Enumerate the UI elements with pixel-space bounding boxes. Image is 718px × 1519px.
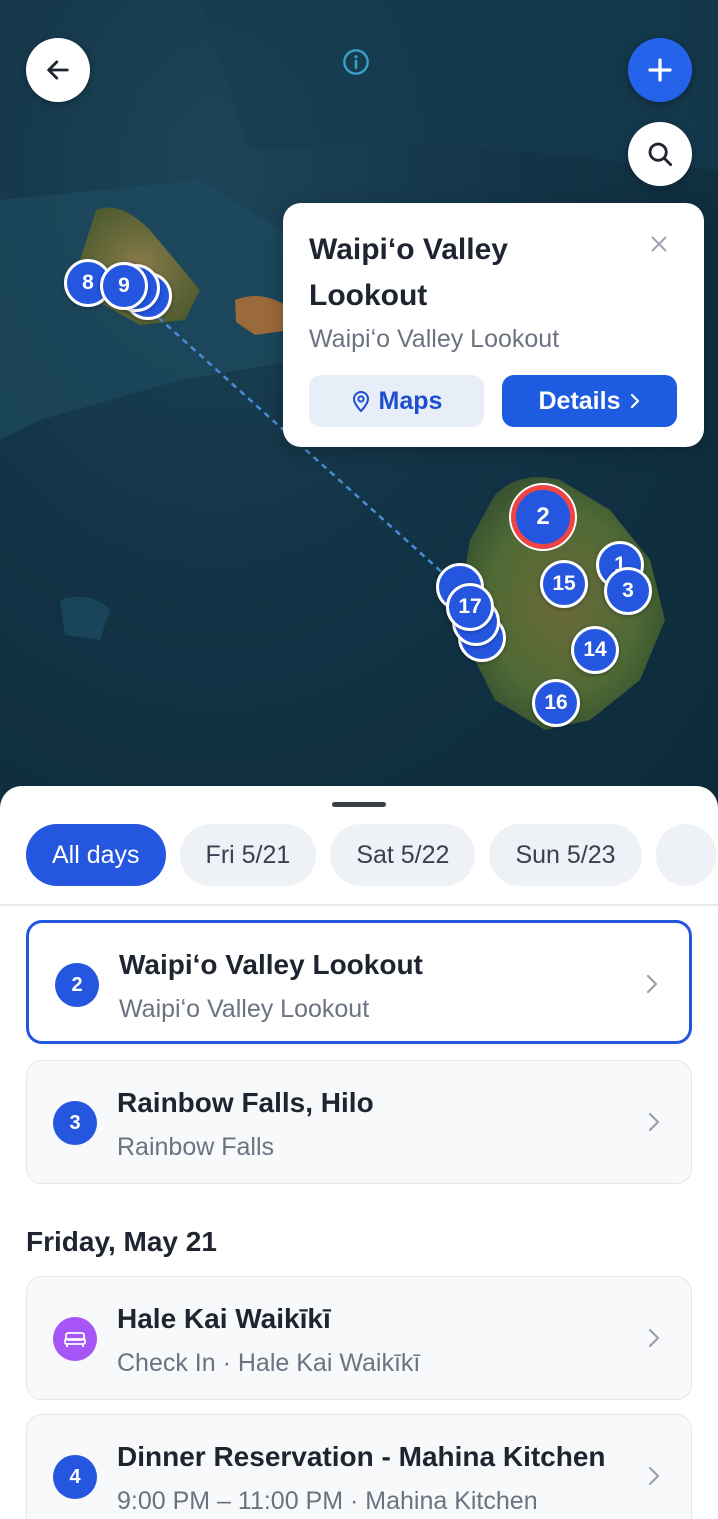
item-subtitle: Waipiʻo Valley Lookout: [119, 995, 370, 1023]
tab-all-days[interactable]: All days: [26, 824, 166, 886]
chevron-right-icon: [648, 1466, 660, 1486]
item-subtitle: 9:00 PM – 11:00 PM · Mahina Kitchen: [117, 1487, 538, 1515]
item-title: Dinner Reservation - Mahina Kitchen: [117, 1441, 606, 1472]
maps-button-label: Maps: [378, 386, 443, 415]
map-marker[interactable]: 14: [571, 626, 619, 674]
chevron-right-icon: [646, 974, 658, 994]
day-section-heading: Friday, May 21: [26, 1226, 217, 1257]
place-popup: Waipiʻo Valley Lookout Waipiʻo Valley Lo…: [283, 203, 704, 447]
item-subtitle: Check In · Hale Kai Waikīkī: [117, 1349, 421, 1377]
close-icon[interactable]: [648, 233, 670, 255]
bed-icon: [64, 1332, 86, 1347]
stop-number-badge: 3: [53, 1101, 97, 1145]
itinerary-item[interactable]: Hale Kai Waikīkī Check In · Hale Kai Wai…: [26, 1276, 692, 1400]
map-marker-selected[interactable]: 2: [511, 485, 575, 549]
item-title: Rainbow Falls, Hilo: [117, 1087, 374, 1118]
day-filter-tabs: All days Fri 5/21 Sat 5/22 Sun 5/23: [26, 824, 716, 886]
back-button[interactable]: [26, 38, 90, 102]
tab-sun-5-23[interactable]: Sun 5/23: [489, 824, 642, 886]
popup-title: Waipiʻo Valley Lookout: [309, 233, 508, 312]
itinerary-item[interactable]: 3 Rainbow Falls, Hilo Rainbow Falls: [26, 1060, 692, 1184]
search-button[interactable]: [628, 122, 692, 186]
add-button[interactable]: [628, 38, 692, 102]
itinerary-sheet: All days Fri 5/21 Sat 5/22 Sun 5/23 2 Wa…: [0, 786, 718, 1519]
map-view[interactable]: 8 9 2 1 15 3 17 14 16 Waipiʻo Valley Loo…: [0, 0, 718, 820]
tab-fri-5-21[interactable]: Fri 5/21: [179, 824, 317, 886]
item-subtitle: Rainbow Falls: [117, 1133, 275, 1161]
chevron-right-icon: [648, 1328, 660, 1348]
tab-next-day[interactable]: [655, 824, 716, 886]
item-title: Waipiʻo Valley Lookout: [119, 949, 423, 980]
itinerary-item[interactable]: 4 Dinner Reservation - Mahina Kitchen 9:…: [26, 1414, 692, 1519]
divider: [0, 904, 718, 906]
tab-sat-5-22[interactable]: Sat 5/22: [330, 824, 476, 886]
search-icon: [648, 142, 673, 167]
itinerary-item[interactable]: 2 Waipiʻo Valley Lookout Waipiʻo Valley …: [26, 920, 692, 1044]
lodging-badge: [53, 1317, 97, 1361]
chevron-right-icon: [648, 1112, 660, 1132]
map-marker[interactable]: 9: [100, 262, 148, 310]
maps-button[interactable]: Maps: [309, 375, 484, 427]
map-marker[interactable]: 17: [446, 583, 494, 631]
stop-number-badge: 2: [55, 963, 99, 1007]
details-button-label: Details: [538, 386, 621, 415]
map-pin-icon: [352, 391, 369, 413]
map-marker[interactable]: 15: [540, 560, 588, 608]
popup-subtitle: Waipiʻo Valley Lookout: [309, 325, 560, 353]
stop-number-badge: 4: [53, 1455, 97, 1499]
plus-icon: [648, 58, 672, 82]
sheet-drag-handle[interactable]: [332, 802, 386, 807]
info-icon[interactable]: [342, 48, 370, 76]
item-title: Hale Kai Waikīkī: [117, 1303, 331, 1334]
map-marker[interactable]: 16: [532, 679, 580, 727]
chevron-right-icon: [631, 393, 640, 409]
details-button[interactable]: Details: [502, 375, 677, 427]
map-marker[interactable]: 3: [604, 567, 652, 615]
arrow-left-icon: [47, 60, 69, 80]
